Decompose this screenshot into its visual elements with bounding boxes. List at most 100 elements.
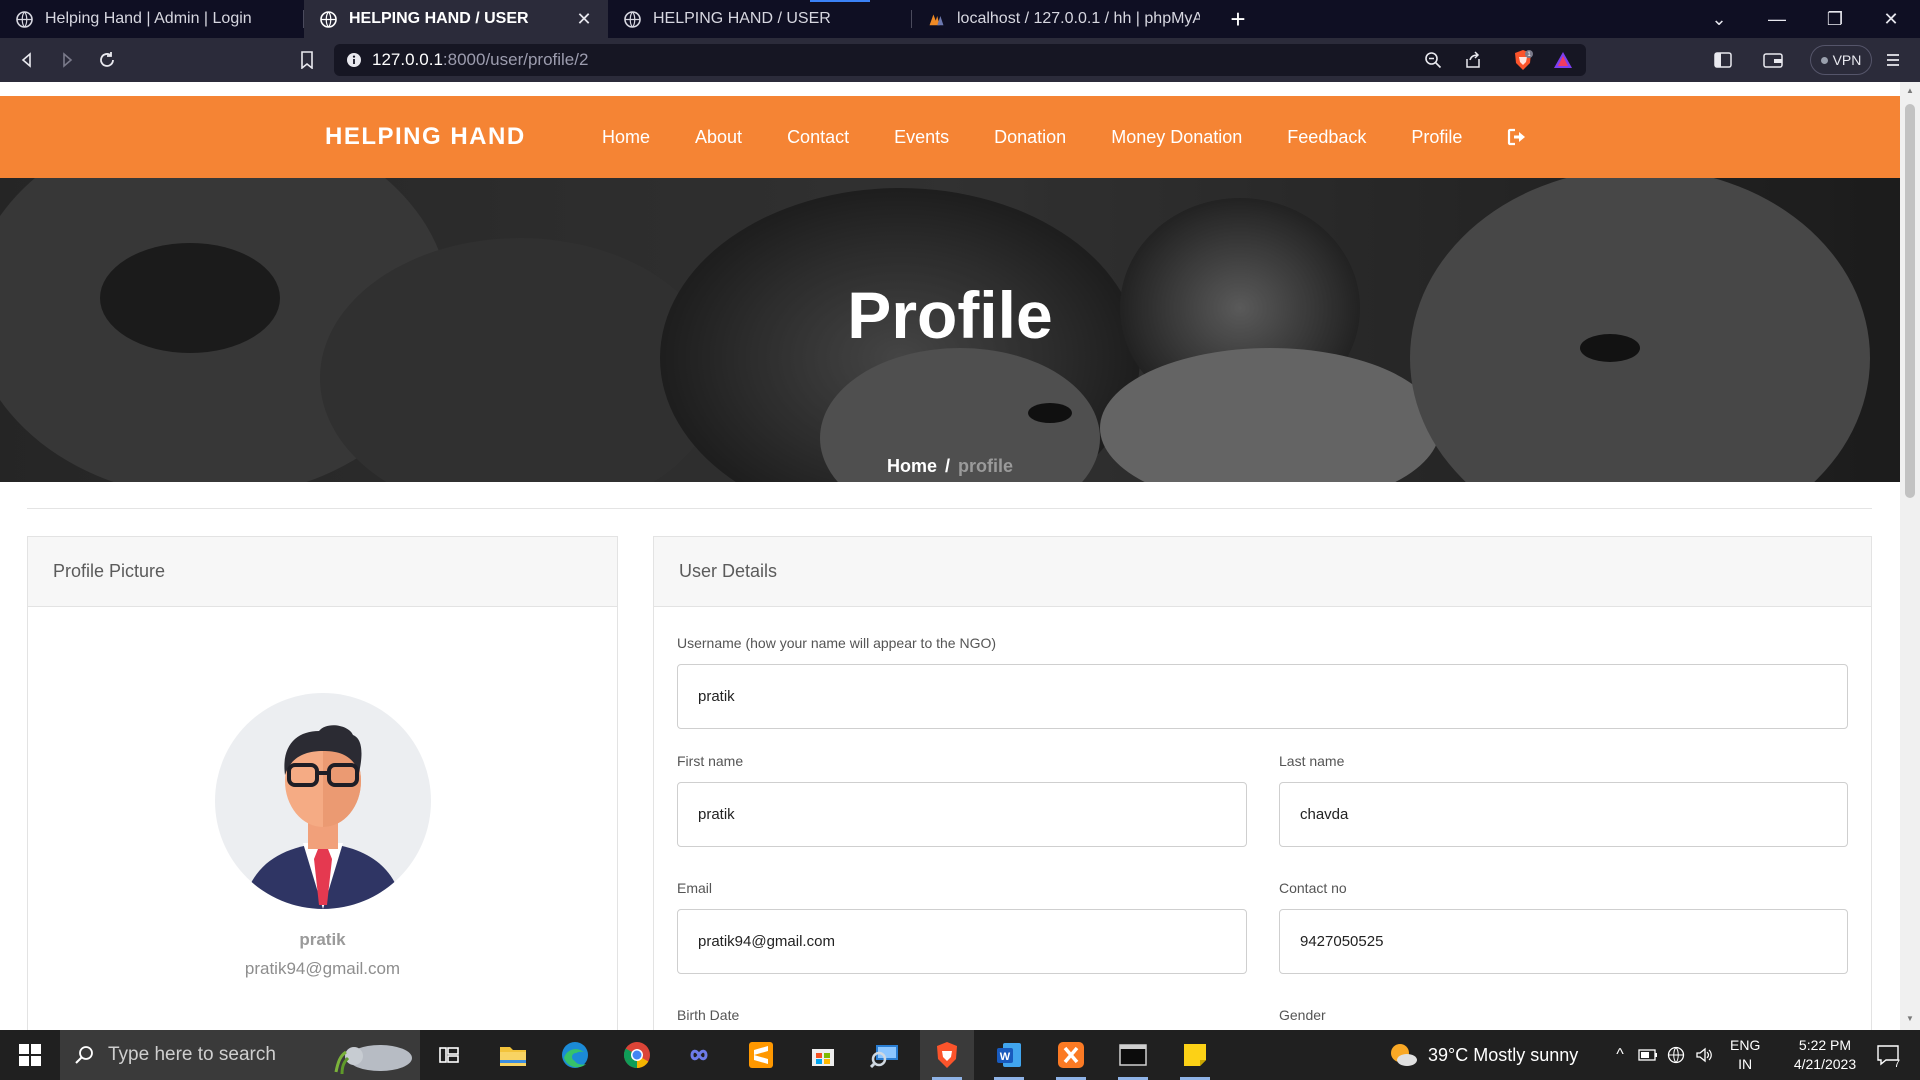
back-icon[interactable]: [14, 47, 40, 73]
microsoft-store-icon[interactable]: [796, 1030, 850, 1080]
profile-picture-card: Profile Picture pratik pratik94@gmail.co…: [27, 536, 618, 1030]
weather-widget[interactable]: 39°C Mostly sunny: [1388, 1030, 1578, 1080]
tab-title: HELPING HAND / USER: [653, 10, 831, 27]
breadcrumb-home[interactable]: Home: [887, 456, 937, 476]
chrome-icon[interactable]: [610, 1030, 664, 1080]
section-divider: [27, 508, 1872, 509]
windows-taskbar: Type here to search W 39°C Mostly sunny …: [0, 1030, 1920, 1080]
zoom-icon[interactable]: [1420, 47, 1446, 73]
globe-icon: [624, 10, 641, 28]
phpmyadmin-icon: [928, 11, 945, 28]
brave-shields-icon[interactable]: 1: [1510, 47, 1536, 73]
user-details-card: User Details Username (how your name wil…: [653, 536, 1872, 1030]
breadcrumb: Home / profile: [0, 456, 1900, 477]
reload-icon[interactable]: [94, 47, 120, 73]
menu-icon[interactable]: [1880, 47, 1906, 73]
forward-icon[interactable]: [54, 47, 80, 73]
file-explorer-icon[interactable]: [486, 1030, 540, 1080]
nav-donation[interactable]: Donation: [994, 127, 1066, 148]
contact-field[interactable]: 9427050525: [1279, 909, 1848, 974]
nav-about[interactable]: About: [695, 127, 742, 148]
region-code: IN: [1738, 1056, 1753, 1072]
tab-title: HELPING HAND / USER: [349, 10, 529, 27]
page-scrollbar[interactable]: ▲ ▼: [1900, 82, 1920, 1030]
edge-browser-icon[interactable]: [548, 1030, 602, 1080]
brave-browser-icon[interactable]: [920, 1030, 974, 1080]
nav-profile[interactable]: Profile: [1411, 127, 1462, 148]
address-bar[interactable]: 127.0.0.1:8000/user/profile/2: [334, 44, 1586, 76]
nav-feedback[interactable]: Feedback: [1287, 127, 1366, 148]
taskbar-search-box[interactable]: Type here to search: [60, 1030, 420, 1080]
notifications-icon[interactable]: 7: [1868, 1030, 1908, 1080]
browser-tab-active[interactable]: HELPING HAND / USER ✕: [304, 0, 608, 38]
brave-rewards-icon[interactable]: [1550, 47, 1576, 73]
svg-text:W: W: [1000, 1051, 1011, 1063]
vpn-button[interactable]: VPN: [1810, 45, 1872, 75]
site-brand[interactable]: HELPING HAND: [325, 123, 526, 151]
breadcrumb-separator: /: [944, 456, 950, 476]
terminal-icon[interactable]: [1106, 1030, 1160, 1080]
sublime-text-icon[interactable]: [734, 1030, 788, 1080]
site-info-icon[interactable]: [346, 52, 362, 68]
task-view-icon[interactable]: [422, 1030, 476, 1080]
tab-search-chevron-icon[interactable]: ⌄: [1690, 0, 1748, 38]
network-globe-icon[interactable]: [1664, 1030, 1688, 1080]
scroll-down-icon[interactable]: ▼: [1905, 1014, 1915, 1023]
browser-tab[interactable]: localhost / 127.0.0.1 / hh | phpMyAdm: [912, 0, 1216, 38]
notification-count: 7: [1894, 1058, 1901, 1070]
clock-date: 4/21/2023: [1793, 1056, 1857, 1072]
vpn-status-dot: [1820, 56, 1828, 64]
browser-tab-strip: Helping Hand | Admin | Login HELPING HAN…: [0, 0, 1920, 38]
username-field[interactable]: pratik: [677, 664, 1848, 729]
url-text: 127.0.0.1:8000/user/profile/2: [372, 50, 588, 70]
nav-events[interactable]: Events: [894, 127, 949, 148]
globe-icon: [320, 10, 337, 28]
tab-title: localhost / 127.0.0.1 / hh | phpMyAdm: [957, 10, 1200, 27]
scroll-up-icon[interactable]: ▲: [1905, 86, 1915, 95]
search-icon: [74, 1045, 94, 1065]
share-icon[interactable]: [1460, 47, 1486, 73]
browser-tab[interactable]: HELPING HAND / USER: [608, 0, 912, 38]
breadcrumb-current: profile: [958, 456, 1014, 476]
sign-out-icon[interactable]: [1507, 128, 1527, 146]
last-name-field[interactable]: chavda: [1279, 782, 1848, 847]
remote-desktop-icon[interactable]: [858, 1030, 912, 1080]
avatar: [215, 693, 431, 909]
last-name-label: Last name: [1279, 753, 1345, 769]
xampp-icon[interactable]: [1044, 1030, 1098, 1080]
nav-money-donation[interactable]: Money Donation: [1111, 127, 1242, 148]
email-field[interactable]: pratik94@gmail.com: [677, 909, 1247, 974]
battery-icon[interactable]: [1636, 1030, 1660, 1080]
email-label: Email: [677, 880, 713, 896]
taskbar-search-placeholder: Type here to search: [108, 1044, 276, 1065]
profile-name: pratik: [299, 930, 346, 949]
sidebar-icon[interactable]: [1710, 47, 1736, 73]
scrollbar-thumb[interactable]: [1905, 104, 1915, 498]
volume-icon[interactable]: [1692, 1030, 1716, 1080]
browser-toolbar: 127.0.0.1:8000/user/profile/2 1 VPN: [0, 38, 1920, 82]
tray-chevron-icon[interactable]: ^: [1608, 1030, 1632, 1080]
browser-tab[interactable]: Helping Hand | Admin | Login: [0, 0, 304, 38]
restore-icon[interactable]: ❐: [1806, 0, 1864, 38]
gender-label: Gender: [1279, 1007, 1326, 1023]
close-tab-icon[interactable]: ✕: [576, 9, 592, 30]
windows-start-icon[interactable]: [0, 1030, 60, 1080]
wallet-icon[interactable]: [1760, 47, 1786, 73]
nav-home[interactable]: Home: [602, 127, 650, 148]
system-clock[interactable]: 5:22 PM 4/21/2023: [1770, 1036, 1880, 1074]
close-window-icon[interactable]: ✕: [1862, 0, 1920, 38]
vpn-label: VPN: [1832, 52, 1862, 68]
input-language[interactable]: ENG IN: [1730, 1036, 1760, 1074]
first-name-field[interactable]: pratik: [677, 782, 1247, 847]
bookmark-icon[interactable]: [294, 47, 320, 73]
word-icon[interactable]: W: [982, 1030, 1036, 1080]
infinity-app-icon[interactable]: [672, 1030, 726, 1080]
nav-contact[interactable]: Contact: [787, 127, 849, 148]
user-details-card-header: User Details: [654, 537, 1871, 607]
sticky-notes-icon[interactable]: [1168, 1030, 1222, 1080]
minimize-icon[interactable]: —: [1748, 0, 1806, 38]
tab-loading-indicator: [810, 0, 870, 2]
hero-banner: Profile Home / profile: [0, 178, 1900, 482]
new-tab-button[interactable]: +: [1216, 0, 1260, 38]
weather-text: 39°C Mostly sunny: [1428, 1044, 1579, 1065]
